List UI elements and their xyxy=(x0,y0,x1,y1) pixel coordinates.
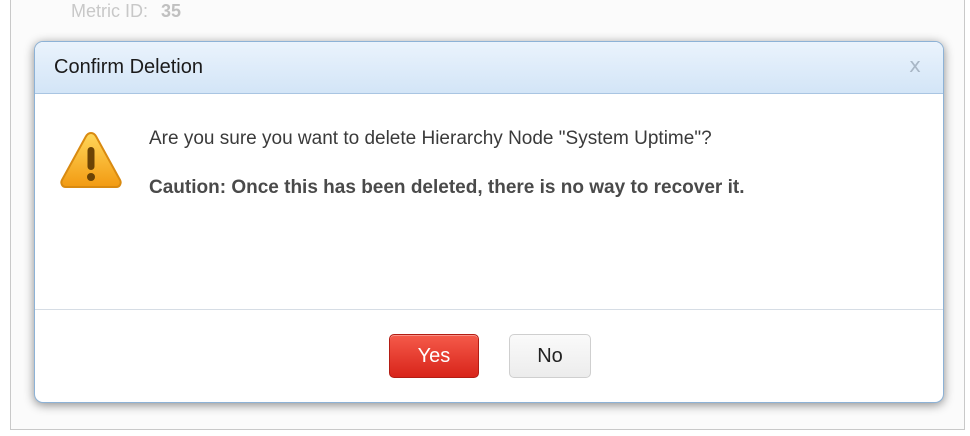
metric-id-label: Metric ID: xyxy=(71,1,149,21)
warning-icon xyxy=(60,131,122,188)
close-icon[interactable]: x xyxy=(909,53,921,77)
question-text: Are you sure you want to delete Hierarch… xyxy=(149,128,712,149)
dialog-header: Confirm Deletion x xyxy=(35,42,943,94)
footer-divider xyxy=(35,309,943,310)
yes-button[interactable]: Yes xyxy=(389,334,479,378)
no-button[interactable]: No xyxy=(509,334,591,378)
metric-id-row: Metric ID: 35 xyxy=(71,1,181,22)
metric-id-value: 35 xyxy=(161,1,182,21)
caution-text: Caution: Once this has been deleted, the… xyxy=(149,177,745,198)
dialog-title: Confirm Deletion xyxy=(54,56,203,78)
confirm-deletion-dialog: Confirm Deletion x Are you sure you want… xyxy=(34,41,944,403)
